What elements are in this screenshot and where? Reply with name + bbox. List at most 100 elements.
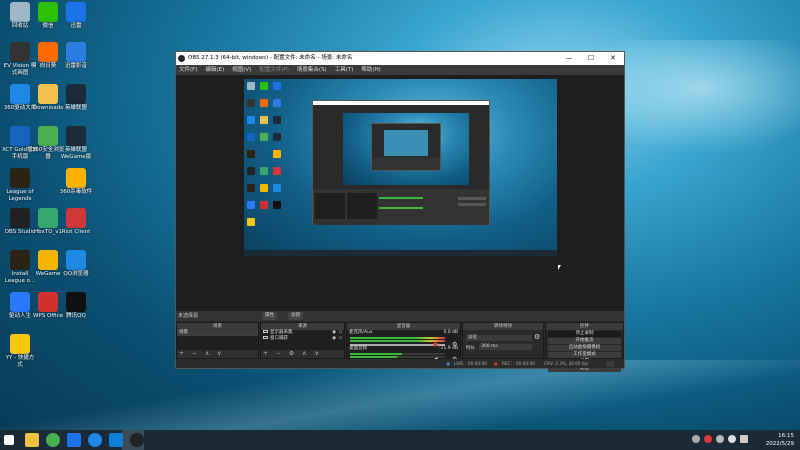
sources-toolbar[interactable]: + − ⚙ ∧ ∨: [261, 350, 344, 358]
desktop-icon-label: 英雄联盟 WeGame版: [60, 147, 92, 160]
desktop-icon[interactable]: YY - 快捷方 式: [2, 334, 38, 369]
sources-title: 来源: [261, 323, 344, 330]
app-icon: [66, 250, 86, 270]
app-icon: [10, 208, 30, 228]
tray-ime-icon[interactable]: [740, 435, 748, 443]
docks-area: 场景 场景 + − ∧ ∨ 来源 显示器采集 ◉ ▫ 窗口捕获 ◉ ▫ + − …: [176, 322, 624, 372]
mixer-dock: 混音器 麦克风/Aux 0.0 dB ◼ ⚙ 桌面音频 -11.9 dB ◀: [346, 322, 461, 363]
studio-mode-button[interactable]: 工作室模式: [548, 352, 621, 358]
resize-grip[interactable]: [606, 360, 614, 367]
desktop-icon[interactable]: 腾讯QQ: [58, 292, 94, 320]
preview-taskbar: [244, 250, 557, 256]
start-streaming-button[interactable]: 开始推流: [548, 338, 621, 344]
minimize-button[interactable]: —: [558, 52, 580, 65]
preview-desktop-icon: [260, 201, 268, 209]
duration-label: 时长: [466, 346, 475, 351]
menu-file[interactable]: 文件(F): [179, 65, 197, 75]
app-icon: [10, 2, 30, 22]
desktop-icon-label: 360杀毒软件: [59, 189, 93, 195]
mixer-channel-desktop: 桌面音频 -11.9 dB: [347, 346, 460, 351]
properties-button[interactable]: 属性: [262, 312, 277, 320]
transition-select[interactable]: 淡化: [466, 335, 532, 341]
mic-meter-right: [350, 340, 445, 342]
taskbar-xunlei-icon[interactable]: [67, 433, 81, 447]
app-icon: [10, 84, 30, 104]
app-icon: [66, 168, 86, 188]
preview-desktop-icon: [260, 133, 268, 141]
menu-view[interactable]: 视图(V): [232, 65, 251, 75]
app-icon: [66, 208, 86, 228]
tray-app-icon[interactable]: [704, 435, 712, 443]
preview-desktop-icon: [260, 167, 268, 175]
desktop-icon-label: Riot Client: [61, 229, 91, 235]
taskbar-files-icon[interactable]: [25, 433, 39, 447]
preview-desktop-icon: [273, 116, 281, 124]
menu-bar: 文件(F) 编辑(E) 视图(V) 配置文件(P) 场景集合(S) 工具(T) …: [176, 65, 624, 75]
app-icon: [66, 42, 86, 62]
rec-label: REC:: [502, 361, 512, 366]
desktop-icon-label: QQ浏览器: [63, 271, 89, 277]
menu-profile[interactable]: 配置文件(P): [259, 65, 289, 75]
preview-area[interactable]: [176, 75, 624, 311]
taskbar-360-icon[interactable]: [46, 433, 60, 447]
taskbar-obs-icon[interactable]: [130, 433, 144, 447]
app-icon: [66, 2, 86, 22]
desktop-icon[interactable]: QQ浏览器: [58, 250, 94, 278]
taskbar-edge-icon[interactable]: [109, 433, 123, 447]
desktop-icon[interactable]: 迅雷影音: [58, 42, 94, 70]
menu-scene-collection[interactable]: 场景集合(S): [297, 65, 327, 75]
preview-desktop-icon: [260, 82, 268, 90]
preview-desktop-icon: [273, 82, 281, 90]
lock-icon[interactable]: ▫: [339, 336, 342, 342]
tray-network-icon[interactable]: [716, 435, 724, 443]
clock[interactable]: 16:15 2022/5/29: [766, 432, 794, 448]
wallpaper-wave: [0, 360, 800, 440]
desktop-icon-label: League of Legends: [6, 189, 34, 202]
desktop-icon[interactable]: 360杀毒软件: [58, 168, 94, 196]
mic-meter: [350, 337, 445, 339]
live-label: LIVE:: [454, 361, 465, 366]
desktop-icon[interactable]: League of Legends: [2, 168, 38, 203]
desktop-icon[interactable]: 迅雷: [58, 2, 94, 30]
app-icon: [66, 126, 86, 146]
source-item[interactable]: 窗口捕获 ◉ ▫: [261, 336, 344, 342]
app-icon: [10, 250, 30, 270]
menu-edit[interactable]: 编辑(E): [205, 65, 224, 75]
preview-desktop-icon: [247, 82, 255, 90]
controls-dock: 控件 停止录制 开始推流 启动虚拟摄像机 工作室模式 设置 退出: [545, 322, 624, 372]
menu-help[interactable]: 帮助(H): [361, 65, 380, 75]
desktop-icon[interactable]: Riot Client: [58, 208, 94, 236]
app-icon: [10, 42, 30, 62]
filters-button[interactable]: 滤镜: [288, 312, 303, 320]
status-bar: ▣ LIVE: 00:00:00 ● REC: 00:00:00 CPU: 2.…: [176, 359, 624, 368]
close-button[interactable]: ✕: [602, 52, 624, 65]
app-icon: [38, 208, 58, 228]
desktop-icon[interactable]: 英雄联盟: [58, 84, 94, 112]
transition-settings-gear-icon[interactable]: ⚙: [534, 333, 540, 341]
tray-chevron-icon[interactable]: [692, 435, 700, 443]
scenes-toolbar[interactable]: + − ∧ ∨: [177, 350, 258, 358]
controls-title: 控件: [546, 323, 623, 330]
menu-tools[interactable]: 工具(T): [335, 65, 354, 75]
taskbar-qq-browser-icon[interactable]: [88, 433, 102, 447]
rec-time: 00:00:00: [516, 361, 535, 366]
app-icon: [10, 168, 30, 188]
visibility-eye-icon[interactable]: ◉: [332, 336, 336, 342]
start-virtual-camera-button[interactable]: 启动虚拟摄像机: [548, 345, 621, 351]
preview-desktop-icon: [247, 116, 255, 124]
scene-item[interactable]: 场景: [177, 330, 258, 336]
stop-recording-button[interactable]: 停止录制: [548, 331, 621, 337]
title-bar[interactable]: OBS 27.1.3 (64-bit, windows) - 配置文件: 未命名…: [176, 52, 624, 65]
desktop-icon[interactable]: 英雄联盟 WeGame版: [58, 126, 94, 161]
scenes-dock: 场景 场景 + − ∧ ∨: [176, 322, 259, 359]
obs-window[interactable]: OBS 27.1.3 (64-bit, windows) - 配置文件: 未命名…: [175, 51, 625, 372]
app-icon: [38, 42, 58, 62]
mouse-cursor: [558, 265, 561, 270]
desktop-icon-label: YY - 快捷方 式: [5, 355, 35, 368]
duration-input[interactable]: 300 ms: [479, 344, 532, 350]
taskbar-start-icon[interactable]: [4, 435, 14, 445]
tray-volume-icon[interactable]: [728, 435, 736, 443]
live-icon: ▣: [446, 361, 450, 366]
monitor-icon: [263, 330, 268, 333]
maximize-button[interactable]: ☐: [580, 52, 602, 65]
